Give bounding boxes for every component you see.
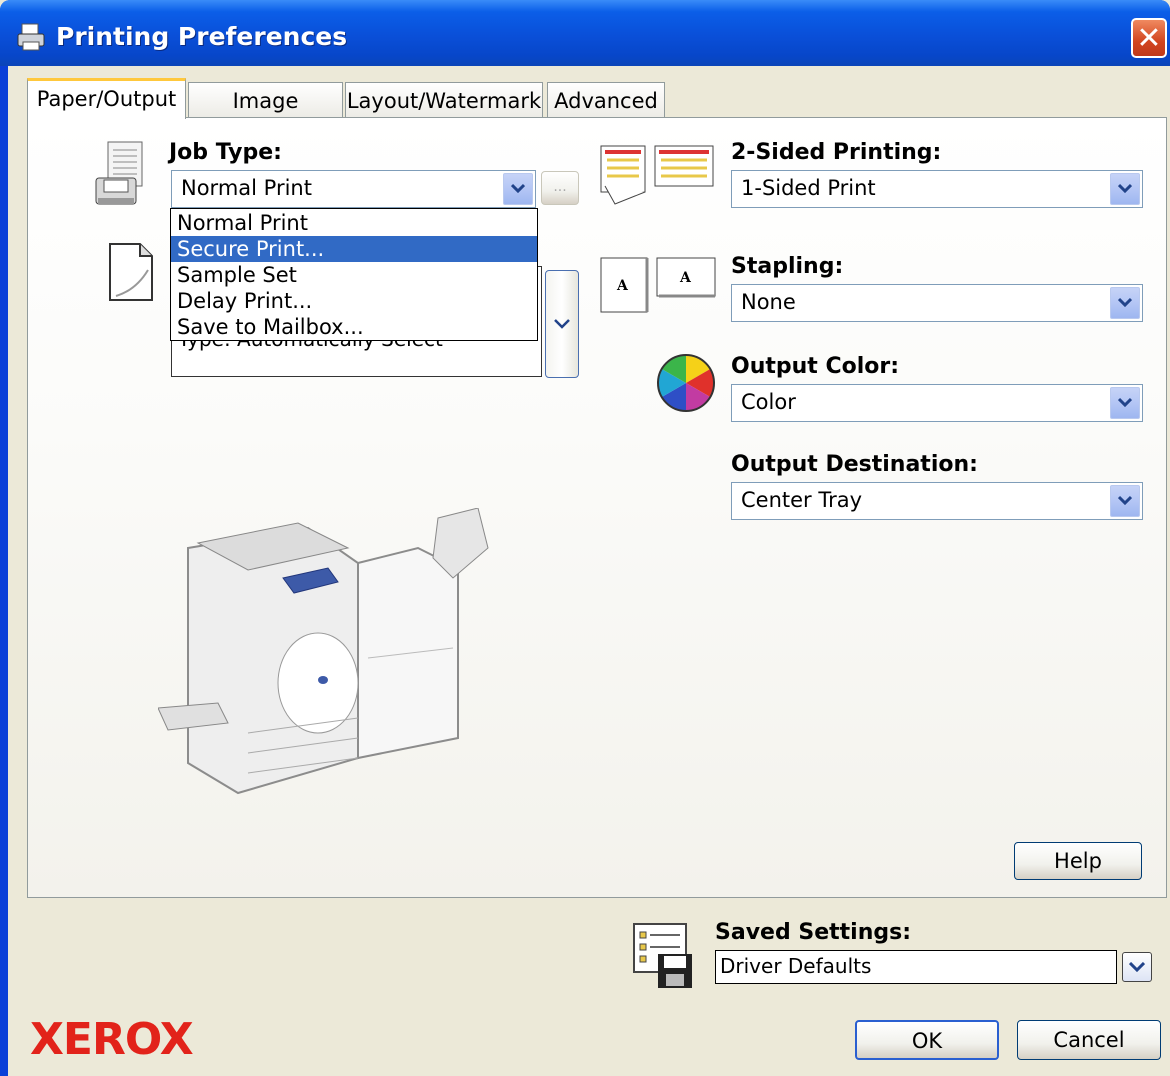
job-type-option-secure-print[interactable]: Secure Print... — [171, 236, 537, 262]
two-sided-select[interactable]: 1-Sided Print — [731, 170, 1143, 208]
output-color-select[interactable]: Color — [731, 384, 1143, 422]
output-destination-select[interactable]: Center Tray — [731, 482, 1143, 520]
chevron-down-icon[interactable] — [1110, 287, 1140, 319]
cancel-button[interactable]: Cancel — [1017, 1020, 1161, 1060]
saved-settings-dropdown-button[interactable] — [1122, 952, 1152, 982]
chevron-down-icon[interactable] — [1110, 485, 1140, 517]
two-sided-value: 1-Sided Print — [741, 176, 876, 200]
printer-job-icon — [95, 141, 143, 205]
saved-settings-icon — [633, 923, 692, 988]
tab-layout-watermark[interactable]: Layout/Watermark — [345, 82, 543, 118]
chevron-down-icon[interactable] — [1110, 387, 1140, 419]
output-destination-value: Center Tray — [741, 488, 863, 512]
output-destination-label: Output Destination: — [731, 452, 978, 477]
printer-icon — [17, 23, 45, 51]
paper-output-panel: Job Type: Normal Print ... Type: Automat… — [27, 117, 1167, 898]
stapling-value: None — [741, 290, 796, 314]
stapling-icon: A A — [600, 257, 716, 313]
ok-button[interactable]: OK — [855, 1020, 999, 1060]
job-type-option-save-to-mailbox[interactable]: Save to Mailbox... — [171, 314, 537, 340]
chevron-down-icon[interactable] — [1110, 173, 1140, 205]
tab-paper-output[interactable]: Paper/Output — [27, 78, 186, 119]
printer-illustration — [158, 508, 489, 795]
svg-text:A: A — [616, 278, 629, 294]
saved-settings-value: Driver Defaults — [720, 954, 872, 978]
chevron-down-icon — [1129, 962, 1145, 972]
stapling-label: Stapling: — [731, 254, 844, 279]
job-type-option-normal-print[interactable]: Normal Print — [171, 210, 537, 236]
title-bar[interactable]: Printing Preferences ✕ — [0, 0, 1170, 66]
brand-text: XEROX — [30, 1014, 194, 1065]
paper-page-icon — [109, 243, 153, 301]
tab-image-options[interactable]: Image Options — [188, 82, 343, 149]
output-color-label: Output Color: — [731, 354, 900, 379]
job-type-option-sample-set[interactable]: Sample Set — [171, 262, 537, 288]
chevron-down-icon — [554, 319, 570, 329]
job-type-option-delay-print[interactable]: Delay Print... — [171, 288, 537, 314]
job-type-dropdown-list: Normal Print Secure Print... Sample Set … — [170, 208, 538, 341]
job-type-settings-button[interactable]: ... — [541, 171, 579, 205]
job-type-value: Normal Print — [181, 176, 312, 200]
svg-text:A: A — [679, 270, 692, 286]
output-color-value: Color — [741, 390, 796, 414]
close-button[interactable]: ✕ — [1131, 18, 1167, 58]
dialog-client-area: Paper/Output Image Options Layout/Waterm… — [8, 66, 1170, 1076]
printing-preferences-window: Printing Preferences ✕ Paper/Output Imag… — [0, 0, 1170, 1076]
paper-select-button[interactable] — [545, 270, 579, 378]
stapling-select[interactable]: None — [731, 284, 1143, 322]
window-title: Printing Preferences — [56, 22, 348, 51]
saved-settings-label: Saved Settings: — [715, 920, 912, 945]
chevron-down-icon[interactable] — [503, 173, 533, 205]
xerox-logo: XEROX — [30, 1014, 194, 1065]
two-sided-printing-icon — [600, 145, 714, 205]
tab-advanced[interactable]: Advanced — [547, 82, 665, 118]
job-type-select[interactable]: Normal Print — [171, 170, 536, 208]
color-wheel-icon — [657, 354, 715, 412]
help-button[interactable]: Help — [1014, 842, 1142, 880]
job-type-label: Job Type: — [169, 140, 282, 165]
saved-settings-field[interactable]: Driver Defaults — [715, 950, 1117, 984]
two-sided-label: 2-Sided Printing: — [731, 140, 942, 165]
